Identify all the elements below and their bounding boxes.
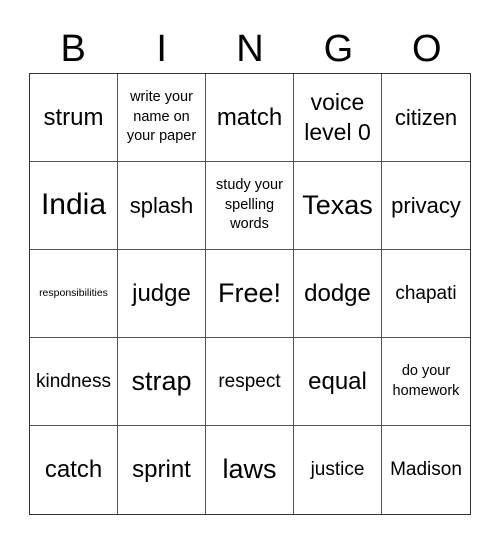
bingo-cell[interactable]: Madison [382,426,470,514]
bingo-cell[interactable]: strap [118,338,206,426]
bingo-cell[interactable]: match [206,74,294,162]
bingo-header: B I N G O [29,24,471,74]
bingo-cell[interactable]: sprint [118,426,206,514]
bingo-cell[interactable]: respect [206,338,294,426]
header-letter-g: G [323,28,354,70]
bingo-cell[interactable]: write your name on your paper [118,74,206,162]
bingo-cell[interactable]: voice level 0 [294,74,382,162]
header-letter-o: O [412,28,442,70]
header-letter-b: B [60,28,86,70]
free-space-cell[interactable]: Free! [206,250,294,338]
bingo-cell[interactable]: privacy [382,162,470,250]
bingo-cell[interactable]: India [30,162,118,250]
bingo-cell[interactable]: responsibilities [30,250,118,338]
header-letter-i: I [156,28,167,70]
bingo-cell[interactable]: Texas [294,162,382,250]
bingo-cell[interactable]: judge [118,250,206,338]
bingo-cell[interactable]: citizen [382,74,470,162]
bingo-cell[interactable]: equal [294,338,382,426]
bingo-cell[interactable]: do your homework [382,338,470,426]
header-letter-n: N [236,28,264,70]
bingo-cell[interactable]: justice [294,426,382,514]
bingo-cell[interactable]: laws [206,426,294,514]
bingo-cell[interactable]: chapati [382,250,470,338]
bingo-cell[interactable]: kindness [30,338,118,426]
bingo-cell[interactable]: strum [30,74,118,162]
bingo-cell[interactable]: catch [30,426,118,514]
bingo-cell[interactable]: dodge [294,250,382,338]
bingo-board: strum write your name on your paper matc… [29,73,471,515]
bingo-cell[interactable]: study your spelling words [206,162,294,250]
bingo-cell[interactable]: splash [118,162,206,250]
